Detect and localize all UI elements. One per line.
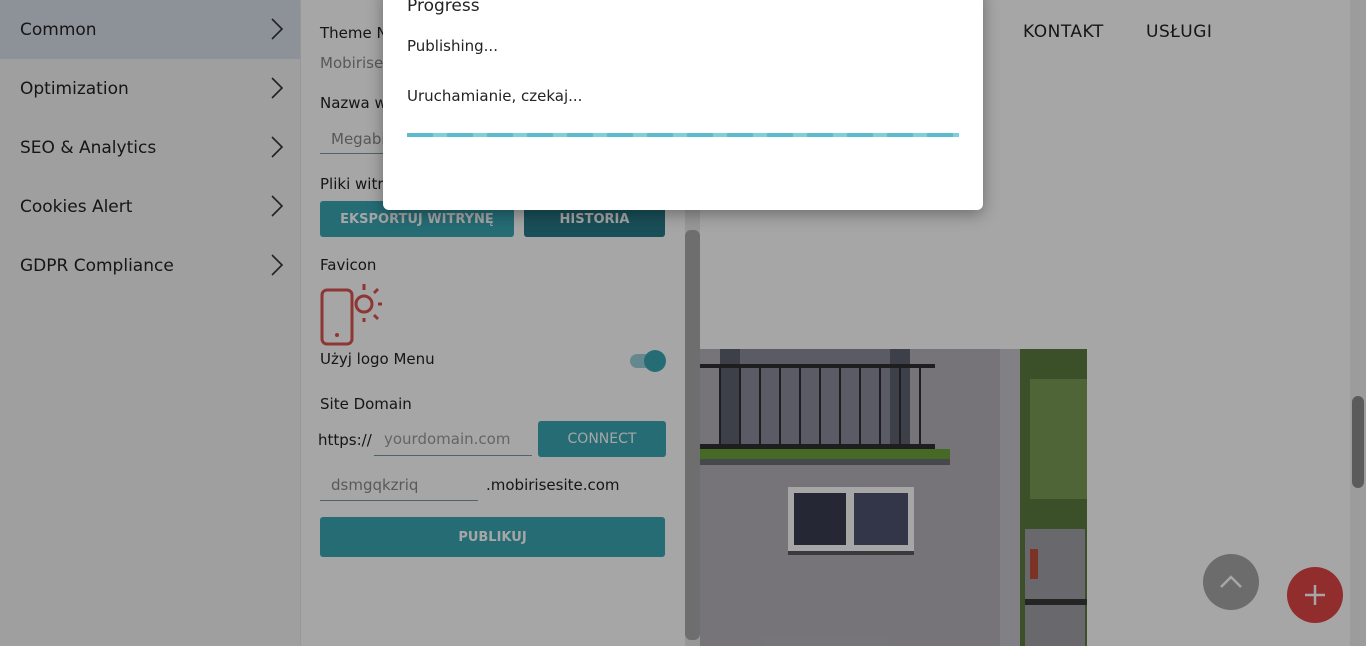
publishing-status: Publishing... bbox=[407, 37, 498, 55]
progress-dialog: Progress Publishing... Uruchamianie, cze… bbox=[383, 0, 983, 210]
progress-bar-fill bbox=[407, 133, 959, 137]
dialog-title: Progress bbox=[407, 0, 480, 16]
progress-bar bbox=[407, 133, 959, 137]
progress-message: Uruchamianie, czekaj... bbox=[407, 87, 583, 105]
